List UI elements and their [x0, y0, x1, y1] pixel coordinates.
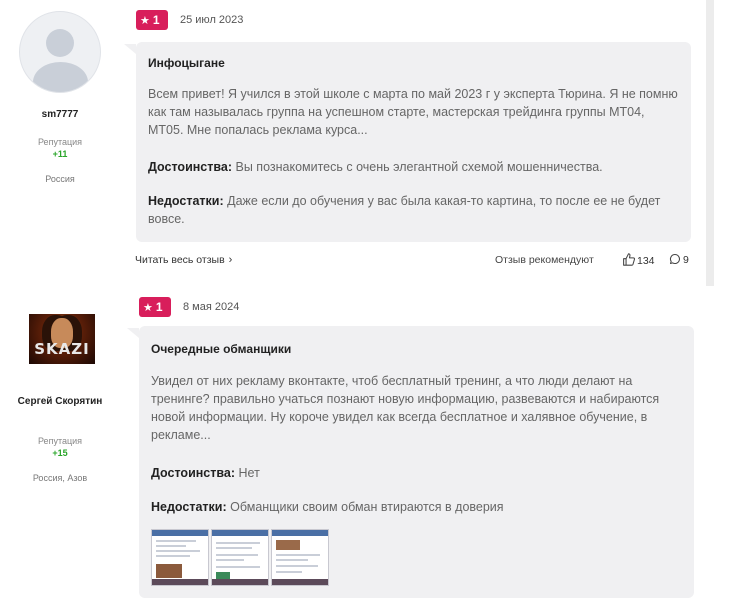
review-title[interactable]: Очередные обманщики: [151, 342, 291, 356]
comments-button[interactable]: 9: [669, 253, 689, 266]
review-body: Инфоцыгане Всем привет! Я учился в этой …: [124, 42, 691, 242]
likes-count: 134: [637, 255, 655, 267]
review-pros: Достоинства: Вы познакомитесь с очень эл…: [148, 158, 683, 176]
avatar[interactable]: [19, 11, 101, 93]
review-body: Очередные обманщики Увидел от них реклам…: [127, 326, 694, 598]
review-title[interactable]: Инфоцыгане: [148, 56, 225, 70]
review-date: 25 июл 2023: [180, 14, 244, 26]
rating-value: 1: [155, 300, 163, 314]
pros-label: Достоинства:: [148, 160, 233, 174]
comment-icon: [669, 253, 680, 265]
review-card: sm7777 Репутация +11 Россия ★ 1 25 июл 20…: [0, 0, 734, 286]
reputation-label: Репутация: [37, 137, 83, 147]
review-text: Увидел от них рекламу вконтакте, чтоб бе…: [151, 374, 660, 442]
thumbs-up-icon: [623, 253, 636, 266]
read-more-label: Читать весь отзыв: [135, 254, 225, 266]
pros-text: Нет: [238, 466, 260, 480]
like-button[interactable]: 134: [622, 253, 655, 267]
avatar-logo: SKAZI: [34, 340, 90, 358]
author-name[interactable]: sm7777: [0, 108, 120, 121]
review-photo-thumbnail[interactable]: [271, 529, 329, 586]
read-full-review-link[interactable]: Читать весь отзыв ›: [135, 254, 232, 266]
review-cons: Недостатки: Обманщики своим обман втираю…: [151, 498, 686, 516]
rating-badge: ★ 1: [139, 297, 171, 317]
rating-value: 1: [152, 13, 160, 27]
review-cons: Недостатки: Даже если до обучения у вас …: [148, 192, 678, 228]
reputation-label: Репутация: [37, 436, 83, 446]
review-text: Всем привет! Я учился в этой школе с мар…: [148, 87, 678, 137]
avatar[interactable]: SKAZI: [29, 314, 95, 364]
author-location: Россия, Азов: [32, 473, 88, 483]
author-name[interactable]: Сергей Скорятин: [0, 395, 120, 408]
chevron-right-icon: ›: [228, 254, 233, 266]
cons-text: Даже если до обучения у вас была какая-т…: [148, 194, 661, 226]
cons-label: Недостатки:: [148, 194, 224, 208]
author-location: Россия: [45, 174, 75, 184]
recommend-label: Отзыв рекомендуют: [495, 254, 594, 266]
star-icon: ★: [143, 302, 153, 314]
rating-badge: ★ 1: [136, 10, 168, 30]
cons-text: Обманщики своим обман втираются в довери…: [230, 500, 504, 514]
cons-label: Недостатки:: [151, 500, 227, 514]
pros-text: Вы познакомитесь с очень элегантной схем…: [235, 160, 603, 174]
review-photo-thumbnail[interactable]: [211, 529, 269, 586]
reputation-value: +15: [52, 448, 68, 458]
review-card: SKAZI Сергей Скорятин Репутация +15 Росс…: [0, 292, 734, 598]
star-icon: ★: [140, 15, 150, 27]
review-photo-thumbnail[interactable]: [151, 529, 209, 586]
review-date: 8 мая 2024: [183, 301, 240, 313]
review-pros: Достоинства: Нет: [151, 464, 686, 482]
pros-label: Достоинства:: [151, 466, 236, 480]
comments-count: 9: [683, 254, 689, 266]
reputation-value: +11: [52, 149, 68, 159]
